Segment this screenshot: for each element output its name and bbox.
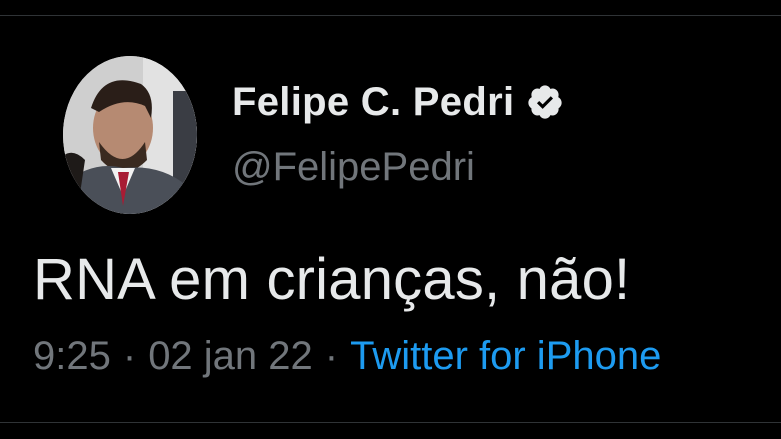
author-handle[interactable]: @FelipePedri: [232, 145, 475, 190]
bottom-divider: [0, 422, 781, 423]
tweet-date[interactable]: 02 jan 22: [148, 334, 313, 379]
tweet-source-link[interactable]: Twitter for iPhone: [350, 334, 661, 379]
profile-photo-icon: [63, 56, 197, 214]
metadata-separator: ·: [324, 334, 339, 378]
tweet-time[interactable]: 9:25: [33, 334, 111, 379]
author-name-row: Felipe C. Pedri: [232, 78, 564, 126]
avatar[interactable]: [63, 56, 197, 214]
tweet-metadata: 9:25 · 02 jan 22 · Twitter for iPhone: [33, 334, 661, 379]
tweet-text: RNA em crianças, não!: [33, 247, 631, 312]
display-name[interactable]: Felipe C. Pedri: [232, 80, 514, 125]
metadata-separator: ·: [122, 334, 137, 378]
top-divider: [0, 15, 781, 16]
verified-badge-icon: [526, 83, 564, 121]
